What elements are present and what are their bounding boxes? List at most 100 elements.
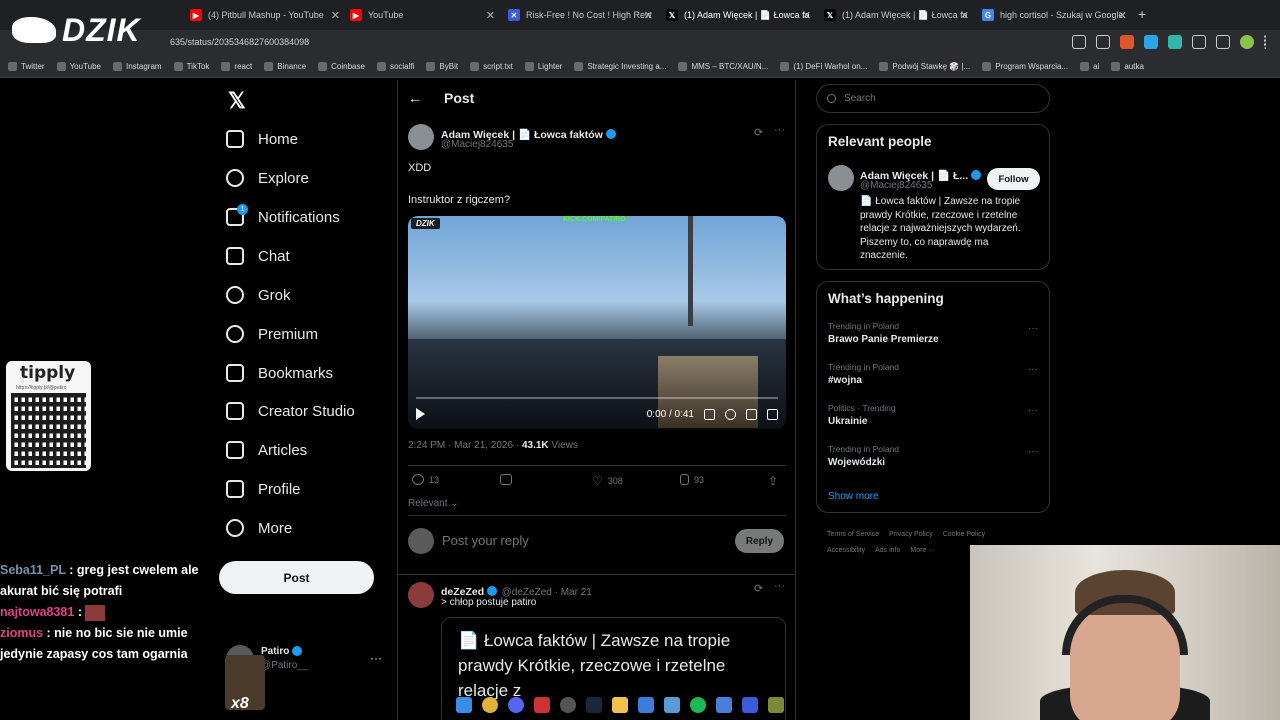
like-action[interactable]: ♡ 308 <box>592 474 623 488</box>
tab-adam-wiecek-active[interactable]: 𝕏 (1) Adam Więcek | 📄 Łowca fa ✕ <box>666 4 811 26</box>
video-player[interactable]: DZIK KICK.COM/PATIRO 0:00 / 0:41 <box>408 216 786 429</box>
app-icon[interactable] <box>768 697 784 713</box>
tab-risk-free[interactable]: ✕ Risk-Free ! No Cost ! High Rew ✕ <box>508 4 653 26</box>
repost-action[interactable] <box>500 474 517 485</box>
sort-dropdown[interactable]: Relevant ⌄ <box>408 498 459 509</box>
footer-link[interactable]: Cookie Policy <box>943 527 985 543</box>
nav-item-notifications[interactable]: 1 Notifications <box>226 204 340 226</box>
close-icon[interactable]: ✕ <box>486 9 495 22</box>
bookmark-item[interactable]: ByBit <box>426 62 458 71</box>
bookmark-item[interactable]: MMS – BTC/XAU/N... <box>678 62 768 71</box>
more-icon[interactable]: ··· <box>774 124 785 136</box>
tab-youtube[interactable]: ▶ YouTube ✕ <box>350 4 495 26</box>
trend-item[interactable]: Trending in Poland Brawo Panie Premierze ·… <box>828 321 1038 345</box>
x-blue-icon[interactable] <box>742 697 758 713</box>
puzzle-icon[interactable] <box>1192 35 1206 49</box>
avatar[interactable] <box>408 124 434 150</box>
nav-item-more[interactable]: More <box>226 519 292 537</box>
nav-item-profile[interactable]: Profile <box>226 480 301 498</box>
chrome-icon[interactable] <box>482 697 498 713</box>
extension-fox-icon[interactable] <box>1120 35 1134 49</box>
folder-icon[interactable] <box>612 697 628 713</box>
extension-teal-icon[interactable] <box>1168 35 1182 49</box>
url-field[interactable]: 635/status/2035346827600384098 <box>170 37 309 47</box>
grok-icon[interactable]: ⟳ <box>754 126 763 139</box>
obs-icon[interactable] <box>560 697 576 713</box>
back-arrow-icon[interactable]: ← <box>408 90 422 106</box>
nav-item-grok[interactable]: Grok <box>226 286 291 304</box>
trend-item[interactable]: Politics · Trending Ukrainie ··· <box>828 403 1038 427</box>
reply-button[interactable]: Reply <box>735 529 784 553</box>
bookmark-item[interactable]: Instagram <box>113 62 162 71</box>
play-icon[interactable] <box>416 408 425 420</box>
x-logo-icon[interactable]: 𝕏 <box>228 88 246 114</box>
bookmark-item[interactable]: script.txt <box>470 62 513 71</box>
bookmark-item[interactable]: (1) DeFi Warhol on... <box>780 62 867 71</box>
volume-icon[interactable] <box>704 408 715 420</box>
bookmark-item[interactable]: YouTube <box>56 62 101 71</box>
bookmark-item[interactable]: ai <box>1080 62 1099 71</box>
more-icon[interactable]: ··· <box>774 580 785 592</box>
footer-link[interactable]: More ··· <box>910 543 935 559</box>
nav-item-creator-studio[interactable]: Creator Studio <box>226 402 355 420</box>
avatar[interactable] <box>828 165 854 191</box>
tab-pitbull-youtube[interactable]: ▶ (4) Pitbull Mashup - YouTube ✕ <box>190 4 340 26</box>
bookmark-item[interactable]: Strategic Investing a... <box>574 62 666 71</box>
bookmark-item[interactable]: Binance <box>264 62 306 71</box>
spotify-icon[interactable] <box>690 697 706 713</box>
footer-link[interactable]: Ads info <box>875 543 900 559</box>
person-handle[interactable]: @Maciej824635 <box>860 180 932 191</box>
share-action[interactable]: ⇪ <box>768 474 778 488</box>
ccleaner-icon[interactable] <box>638 697 654 713</box>
follow-button[interactable]: Follow <box>987 168 1040 190</box>
app-icon[interactable] <box>664 697 680 713</box>
footer-link[interactable]: Privacy Policy <box>889 527 933 543</box>
more-icon[interactable]: ··· <box>1028 364 1038 375</box>
bookmark-item[interactable]: Twitter <box>8 62 45 71</box>
search-input[interactable]: Search <box>816 84 1050 113</box>
new-tab-button[interactable]: + <box>1138 6 1146 22</box>
bookmark-item[interactable]: Lighter <box>524 62 562 71</box>
grok-icon[interactable]: ⟳ <box>754 582 763 595</box>
nav-item-home[interactable]: Home <box>226 130 298 148</box>
tab-adam-wiecek[interactable]: 𝕏 (1) Adam Więcek | 📄 Łowca fa ✕ <box>824 4 969 26</box>
tab-google-search[interactable]: G high cortisol - Szukaj w Google ✕ <box>982 4 1127 26</box>
more-icon[interactable]: ··· <box>1028 323 1038 334</box>
windows-start-icon[interactable] <box>456 697 472 713</box>
nav-item-bookmarks[interactable]: Bookmarks <box>226 364 333 382</box>
reply-action[interactable]: 13 <box>412 474 439 485</box>
bookmark-item[interactable]: socialfi <box>376 62 414 71</box>
close-icon[interactable]: ✕ <box>331 9 340 22</box>
more-icon[interactable]: ··· <box>370 651 382 665</box>
more-icon[interactable]: ··· <box>1028 446 1038 457</box>
profile-avatar-icon[interactable] <box>1240 35 1254 49</box>
post-button[interactable]: Post <box>219 561 374 594</box>
bookmark-item[interactable]: TikTok <box>173 62 209 71</box>
extension-blue-icon[interactable] <box>1144 35 1158 49</box>
bookmark-item[interactable]: Program Wsparcia... <box>982 62 1068 71</box>
reading-list-icon[interactable] <box>1216 35 1230 49</box>
nav-item-premium[interactable]: Premium <box>226 325 318 343</box>
author-handle[interactable]: @Maciej824635 <box>441 139 513 150</box>
discord-icon[interactable] <box>508 697 524 713</box>
steam-icon[interactable] <box>586 697 602 713</box>
trend-item[interactable]: Trending in Poland Wojewódzki ··· <box>828 444 1038 468</box>
nav-item-chat[interactable]: Chat <box>226 247 290 265</box>
menu-icon[interactable] <box>1264 35 1268 49</box>
more-icon[interactable]: ··· <box>1028 405 1038 416</box>
close-icon[interactable]: ✕ <box>802 9 811 22</box>
nav-item-explore[interactable]: Explore <box>226 169 309 187</box>
settings-gear-icon[interactable] <box>725 408 736 420</box>
bookmark-item[interactable]: react <box>221 62 252 71</box>
tweet-time[interactable]: 2:24 PM · Mar 21, 2026 · <box>408 440 522 451</box>
trend-item[interactable]: Trending in Poland #wojna ··· <box>828 362 1038 386</box>
close-icon[interactable]: ✕ <box>960 9 969 22</box>
star-icon[interactable] <box>1096 35 1110 49</box>
bookmark-action[interactable]: 93 <box>680 474 704 485</box>
bookmark-item[interactable]: Coinbase <box>318 62 365 71</box>
app-icon[interactable] <box>716 697 732 713</box>
avatar[interactable] <box>408 582 434 608</box>
show-more-link[interactable]: Show more <box>828 491 879 502</box>
bookmark-item[interactable]: Podwój Stawkę 🎲 |... <box>879 62 970 71</box>
install-icon[interactable] <box>1072 35 1086 49</box>
